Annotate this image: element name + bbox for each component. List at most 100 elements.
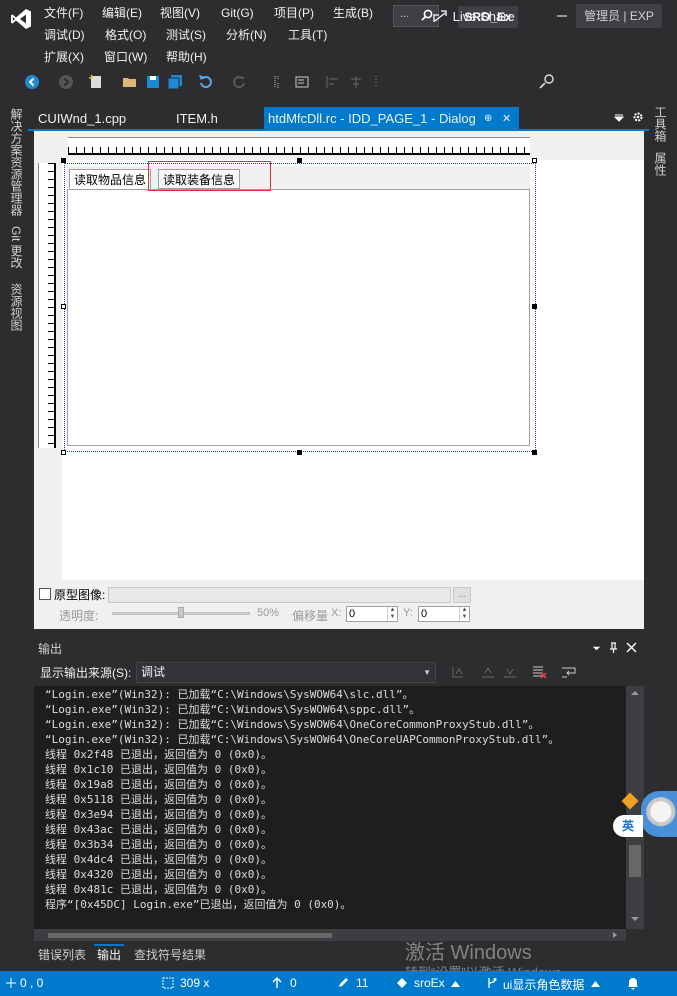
tab-item-h[interactable]: ITEM.h: [176, 107, 218, 131]
open-folder-icon[interactable]: [122, 74, 138, 90]
notifications-bell-icon[interactable]: [626, 976, 640, 990]
resize-handle[interactable]: [532, 304, 537, 309]
menu-help[interactable]: 帮助(H): [166, 47, 207, 67]
visual-studio-logo-icon[interactable]: [10, 8, 32, 30]
clear-all-icon[interactable]: [531, 664, 547, 680]
pin-tab-icon[interactable]: ⊕: [484, 107, 492, 131]
save-all-icon[interactable]: [167, 74, 183, 90]
resize-handle[interactable]: [61, 450, 66, 455]
resize-handle[interactable]: [61, 158, 66, 163]
menu-debug[interactable]: 调试(D): [44, 25, 85, 45]
branch-dropdown-icon[interactable]: [591, 981, 600, 987]
properties-tab[interactable]: 属性: [652, 152, 669, 176]
tab-read-item-info[interactable]: 读取物品信息: [69, 169, 152, 189]
tab-cuiwnd-cpp[interactable]: CUIWnd_1.cpp: [38, 107, 126, 131]
spin-arrows-icon[interactable]: ▲ ▼: [387, 607, 397, 621]
feedback-icon[interactable]: [538, 73, 556, 91]
push-up-arrow-icon[interactable]: [272, 977, 282, 989]
align-vertical-icon[interactable]: [368, 74, 384, 90]
search-dots: ...: [400, 8, 410, 20]
resize-handle[interactable]: [297, 158, 302, 163]
resource-view-tab[interactable]: 资源视图: [8, 283, 25, 331]
vertical-ruler[interactable]: [38, 163, 56, 448]
menu-file[interactable]: 文件(F): [44, 3, 83, 23]
back-icon[interactable]: [24, 74, 40, 90]
tab-list-dropdown-icon[interactable]: [614, 113, 624, 123]
output-panel-title: 输出: [38, 642, 63, 656]
close-tab-icon[interactable]: ✕: [502, 107, 511, 131]
align-center-icon[interactable]: [348, 74, 364, 90]
branch-icon[interactable]: [486, 977, 498, 989]
resize-handle[interactable]: [532, 158, 537, 163]
toolbox-tab[interactable]: 工具箱: [652, 106, 669, 142]
output-line: 线程 0x43ac 已退出，返回值为 0 (0x0)。: [45, 823, 272, 836]
pin-icon[interactable]: [608, 642, 619, 654]
spin-arrows-icon[interactable]: ▲ ▼: [459, 607, 469, 621]
resize-handle[interactable]: [297, 450, 302, 455]
menu-extensions[interactable]: 扩展(X): [44, 47, 84, 67]
repository-name[interactable]: sroEx: [414, 976, 445, 990]
tab-htdmfcdll-dialog[interactable]: htdMfcDll.rc - IDD_PAGE_1 - Dialog ⊕ ✕: [264, 107, 519, 131]
align-grid-icon[interactable]: [272, 74, 288, 90]
previous-message-icon[interactable]: [480, 664, 496, 680]
undo-icon[interactable]: [197, 74, 213, 90]
find-message-icon[interactable]: [450, 664, 466, 680]
pencil-icon[interactable]: [337, 977, 349, 989]
menu-format[interactable]: 格式(O): [105, 25, 146, 45]
gear-icon[interactable]: [632, 111, 644, 123]
resize-handle[interactable]: [61, 304, 66, 309]
new-item-icon[interactable]: [88, 74, 104, 90]
tab-output[interactable]: 输出: [94, 944, 125, 963]
git-changes-tab[interactable]: Git 更改: [8, 226, 25, 269]
horizontal-scrollbar-thumb[interactable]: [48, 933, 332, 938]
scroll-right-icon[interactable]: [611, 931, 619, 939]
align-left-icon[interactable]: [325, 74, 341, 90]
menu-build[interactable]: 生成(B): [333, 3, 373, 23]
prototype-browse-button[interactable]: ...: [453, 587, 471, 603]
menu-window[interactable]: 窗口(W): [104, 47, 147, 67]
resize-handle[interactable]: [532, 450, 537, 455]
next-message-icon[interactable]: [502, 664, 518, 680]
repository-icon[interactable]: [396, 977, 408, 989]
repo-dropdown-icon[interactable]: [451, 981, 460, 987]
ime-language-toggle[interactable]: 英: [613, 815, 643, 837]
save-icon[interactable]: [145, 74, 161, 90]
menu-analyze[interactable]: 分析(N): [226, 25, 267, 45]
menu-project[interactable]: 项目(P): [274, 3, 314, 23]
word-wrap-icon[interactable]: [561, 664, 577, 680]
admin-badge[interactable]: 管理员 | EXP: [576, 4, 662, 28]
menu-git[interactable]: Git(G): [221, 3, 254, 23]
opacity-slider-thumb[interactable]: [178, 607, 184, 618]
scroll-down-icon[interactable]: [629, 915, 641, 923]
menu-test[interactable]: 测试(S): [166, 25, 206, 45]
menu-view[interactable]: 视图(V): [160, 3, 200, 23]
menu-edit[interactable]: 编辑(E): [102, 3, 142, 23]
live-share-button[interactable]: Live Share: [433, 8, 515, 26]
minimize-icon[interactable]: [552, 6, 572, 26]
tab-control[interactable]: [67, 166, 530, 446]
output-source-select[interactable]: 调试 ▼: [136, 662, 436, 683]
offset-y-label: Y:: [403, 607, 413, 619]
cursor-position: 0 , 0: [20, 976, 44, 990]
menu-tools[interactable]: 工具(T): [288, 25, 327, 45]
horizontal-ruler[interactable]: [68, 137, 530, 155]
redo-icon[interactable]: [232, 74, 248, 90]
solution-explorer-tab[interactable]: 解决方案资源管理器: [8, 108, 25, 216]
unpushed-count[interactable]: 0: [290, 976, 297, 990]
prototype-image-path-field[interactable]: [108, 587, 451, 603]
scroll-up-icon[interactable]: [629, 689, 641, 697]
tab-error-list[interactable]: 错误列表: [38, 946, 86, 963]
ime-avatar[interactable]: [641, 791, 677, 837]
tab-order-icon[interactable]: [294, 74, 310, 90]
branch-name[interactable]: ui显示角色数据: [503, 976, 584, 993]
tab-find-symbol-results[interactable]: 查找符号结果: [134, 946, 206, 963]
opacity-value: 50%: [257, 607, 280, 619]
prototype-image-checkbox[interactable]: [39, 588, 51, 600]
vertical-scrollbar-thumb[interactable]: [629, 845, 641, 877]
offset-y-input[interactable]: 0 ▲ ▼: [418, 606, 470, 622]
panel-dropdown-icon[interactable]: [592, 644, 601, 653]
close-panel-icon[interactable]: [626, 642, 637, 653]
offset-x-input[interactable]: 0 ▲ ▼: [346, 606, 398, 622]
forward-icon[interactable]: [58, 74, 74, 90]
pending-changes-count[interactable]: 11: [356, 976, 368, 990]
